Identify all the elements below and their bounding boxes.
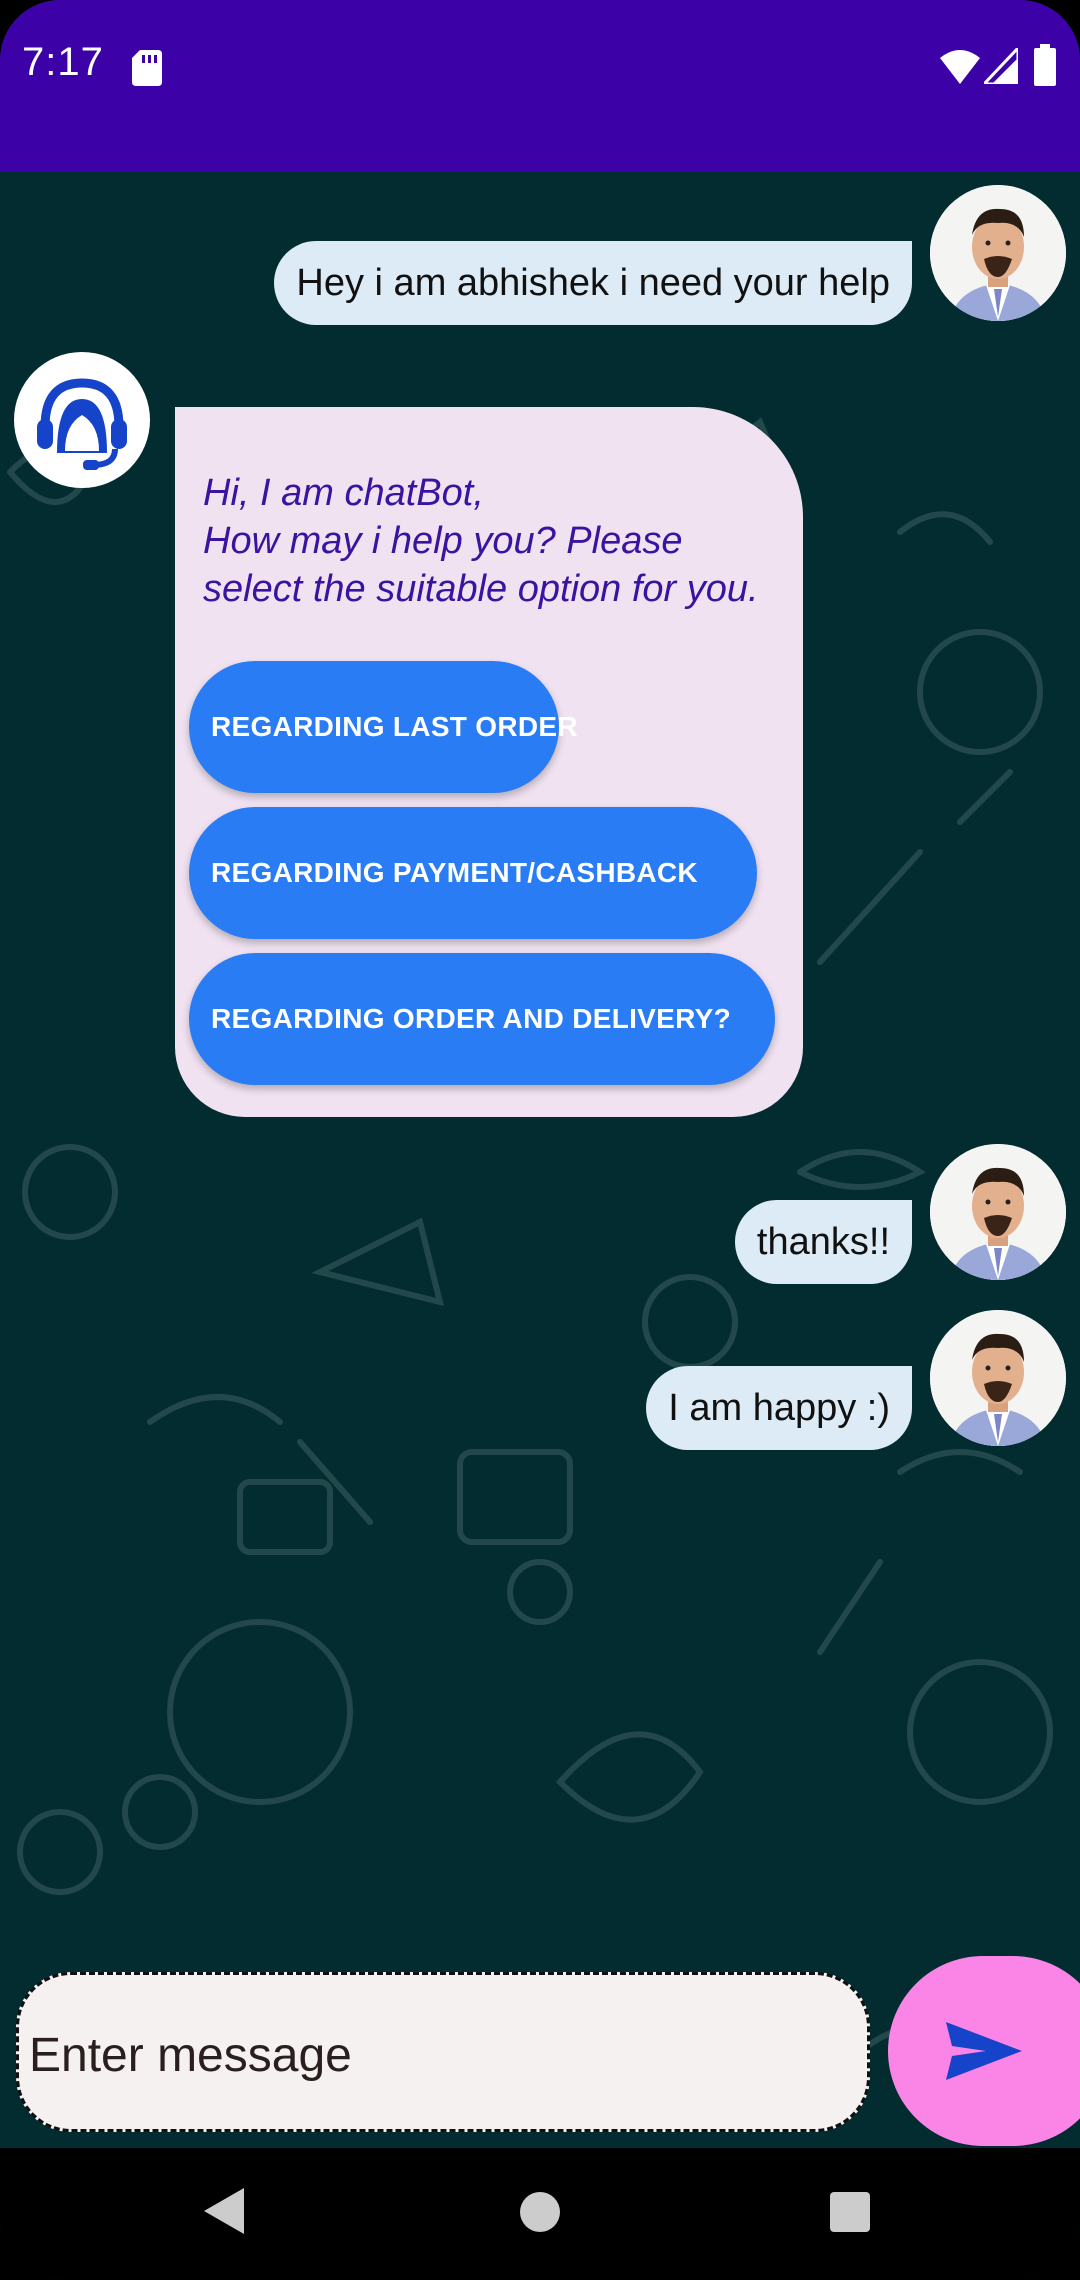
option-regarding-last-order-button[interactable]: REGARDING LAST ORDER	[189, 661, 578, 793]
message-input-container	[16, 1972, 870, 2132]
message-input[interactable]	[29, 2015, 849, 2095]
user-photo-icon	[930, 185, 1066, 321]
system-nav-bar	[0, 2148, 1080, 2280]
wifi-icon	[940, 50, 980, 84]
cell-signal-icon	[984, 48, 1018, 84]
chat-area[interactable]: Hey i am abhishek i need your help Hi, I…	[0, 172, 1080, 2147]
user-avatar[interactable]	[930, 1144, 1066, 1280]
option-regarding-order-delivery-button[interactable]: REGARDING ORDER AND DELIVERY?	[189, 953, 775, 1085]
phone-screen: 7:17 Hey i am abhishek i need your help …	[0, 0, 1080, 2280]
send-icon	[946, 2022, 1022, 2080]
message-text: thanks!!	[756, 1221, 890, 1263]
recents-square-icon[interactable]	[830, 2192, 870, 2232]
message-text: Hey i am abhishek i need your help	[296, 262, 890, 304]
option-regarding-payment-cashback-button[interactable]: REGARDING PAYMENT/CASHBACK	[189, 807, 757, 939]
battery-icon	[1034, 44, 1056, 86]
bot-message-text: Hi, I am chatBot, How may i help you? Pl…	[203, 472, 759, 610]
bot-avatar	[14, 352, 150, 488]
bot-message-bubble: Hi, I am chatBot, How may i help you? Pl…	[175, 407, 803, 1117]
back-triangle-icon[interactable]	[204, 2188, 244, 2234]
user-message-bubble: thanks!!	[734, 1200, 912, 1284]
sd-card-icon	[132, 50, 162, 86]
user-avatar[interactable]	[930, 1310, 1066, 1446]
headset-agent-icon	[37, 378, 127, 470]
user-message-bubble: Hey i am abhishek i need your help	[274, 241, 912, 325]
status-time: 7:17	[22, 40, 104, 84]
status-bar: 7:17	[0, 0, 1080, 172]
user-photo-icon	[930, 1144, 1066, 1280]
user-avatar[interactable]	[930, 185, 1066, 321]
send-button[interactable]	[888, 1956, 1080, 2146]
user-photo-icon	[930, 1310, 1066, 1446]
message-text: I am happy :)	[668, 1387, 890, 1429]
home-circle-icon[interactable]	[520, 2192, 560, 2232]
user-message-bubble: I am happy :)	[646, 1366, 912, 1450]
